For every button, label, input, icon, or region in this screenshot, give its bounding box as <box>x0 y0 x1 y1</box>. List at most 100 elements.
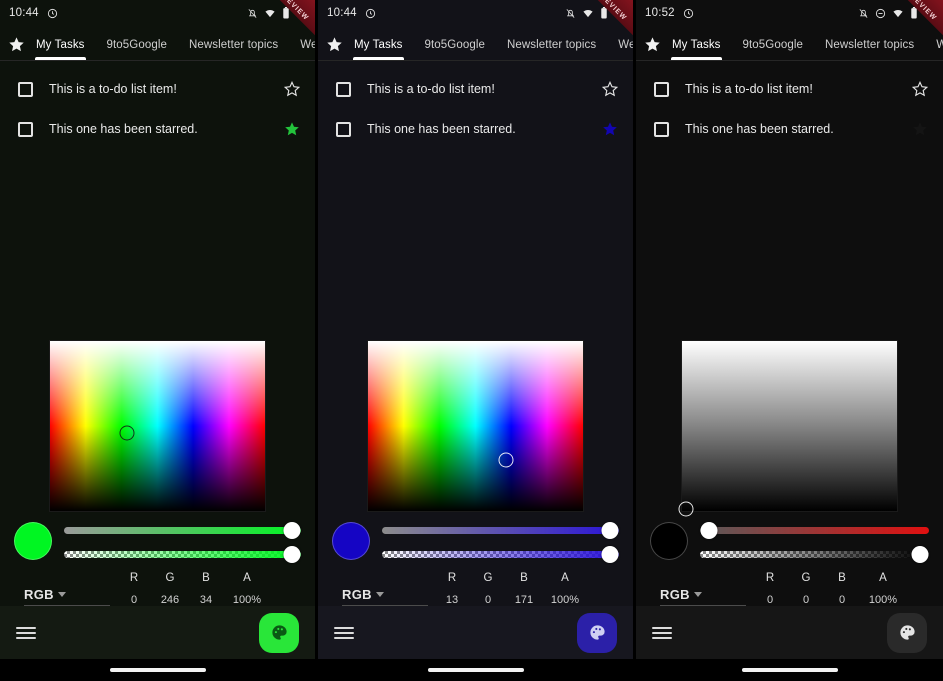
task-row[interactable]: This is a to-do list item! <box>636 69 943 109</box>
task-row[interactable]: This one has been starred. <box>0 109 315 149</box>
saturation-value-field[interactable] <box>367 340 584 512</box>
task-checkbox[interactable] <box>18 121 33 137</box>
task-checkbox[interactable] <box>336 81 351 97</box>
task-checkbox[interactable] <box>654 81 669 97</box>
alarm-icon <box>683 8 694 19</box>
alpha-slider-thumb[interactable] <box>911 546 929 563</box>
palette-fab-button[interactable] <box>259 612 299 653</box>
task-row[interactable]: This one has been starred. <box>318 109 633 149</box>
task-checkbox[interactable] <box>336 121 351 137</box>
saturation-value-field[interactable] <box>678 340 898 517</box>
channel-r-value[interactable]: 0 <box>116 594 152 606</box>
star-filled-icon[interactable] <box>326 36 343 60</box>
alpha-slider-fill <box>382 551 619 558</box>
tab-bar[interactable]: My Tasks 9to5Google Newsletter topics We <box>318 26 633 60</box>
color-cursor[interactable] <box>119 425 135 441</box>
tab-my-tasks[interactable]: My Tasks <box>25 39 96 60</box>
task-row[interactable]: This is a to-do list item! <box>0 69 315 109</box>
color-swatch <box>14 522 52 560</box>
channel-r-value[interactable]: 0 <box>752 594 788 606</box>
hue-slider-thumb[interactable] <box>601 522 619 539</box>
tab-9to5google[interactable]: 9to5Google <box>414 39 496 60</box>
tab-newsletter-topics[interactable]: Newsletter topics <box>814 39 925 60</box>
task-row[interactable]: This one has been starred. <box>636 109 943 149</box>
color-mode-dropdown[interactable]: RGB <box>660 587 746 606</box>
channel-r: R 0 <box>116 572 152 606</box>
phone-screen-blue: PREVIEW 10:44 My Tasks 9to5Google Newsle… <box>315 0 633 681</box>
star-filled-icon[interactable] <box>8 36 25 60</box>
alpha-slider-thumb[interactable] <box>601 546 619 563</box>
bottom-app-bar <box>318 606 633 659</box>
channel-r-value[interactable]: 13 <box>434 594 470 606</box>
tab-we[interactable]: We <box>925 39 943 60</box>
channel-a-value[interactable]: 100% <box>542 594 588 606</box>
tab-9to5google[interactable]: 9to5Google <box>96 39 178 60</box>
wifi-icon <box>582 8 594 19</box>
star-outline-icon[interactable] <box>910 81 930 97</box>
hue-slider-thumb[interactable] <box>700 522 718 539</box>
home-pill[interactable] <box>427 668 524 672</box>
palette-icon <box>899 625 915 640</box>
palette-fab-button[interactable] <box>887 612 927 653</box>
star-filled-icon[interactable] <box>910 121 930 137</box>
channel-g-value[interactable]: 0 <box>788 594 824 606</box>
tab-bar[interactable]: My Tasks 9to5Google Newsletter topics We <box>0 26 315 60</box>
color-picker[interactable]: RGB R 13 G 0 B 171 A 100% <box>318 340 633 606</box>
task-row[interactable]: This is a to-do list item! <box>318 69 633 109</box>
notifications-off-icon <box>247 8 258 19</box>
notifications-off-icon <box>858 8 869 19</box>
hue-gradient <box>50 341 265 511</box>
color-mode-dropdown[interactable]: RGB <box>342 587 428 606</box>
alpha-slider[interactable] <box>64 546 301 563</box>
home-pill[interactable] <box>741 668 838 672</box>
channel-b-value[interactable]: 171 <box>506 594 542 606</box>
color-picker[interactable]: RGB R 0 G 0 B 0 A 100% <box>636 340 943 606</box>
hue-slider[interactable] <box>382 522 619 539</box>
home-pill[interactable] <box>109 668 206 672</box>
channel-a-label: A <box>243 572 251 584</box>
hamburger-menu-icon[interactable] <box>16 626 36 639</box>
tab-we[interactable]: We <box>607 39 633 60</box>
tab-my-tasks[interactable]: My Tasks <box>343 39 414 60</box>
color-swatch <box>650 522 688 560</box>
channel-g-label: G <box>165 572 175 584</box>
chevron-down-icon[interactable] <box>57 592 66 597</box>
chevron-down-icon[interactable] <box>693 592 702 597</box>
star-filled-icon[interactable] <box>600 121 620 137</box>
palette-fab-button[interactable] <box>577 612 617 653</box>
tab-bar[interactable]: My Tasks 9to5Google Newsletter topics We <box>636 26 943 60</box>
star-filled-icon[interactable] <box>282 121 302 137</box>
channel-g-value[interactable]: 246 <box>152 594 188 606</box>
hamburger-menu-icon[interactable] <box>334 626 354 639</box>
hue-slider[interactable] <box>64 522 301 539</box>
color-mode-label: RGB <box>24 587 54 602</box>
tab-newsletter-topics[interactable]: Newsletter topics <box>496 39 607 60</box>
channel-b-value[interactable]: 0 <box>824 594 860 606</box>
channel-a-value[interactable]: 100% <box>860 594 906 606</box>
chevron-down-icon[interactable] <box>375 592 384 597</box>
tab-newsletter-topics[interactable]: Newsletter topics <box>178 39 289 60</box>
color-mode-dropdown[interactable]: RGB <box>24 587 110 606</box>
tab-my-tasks[interactable]: My Tasks <box>661 39 732 60</box>
star-outline-icon[interactable] <box>282 81 302 97</box>
channel-b-value[interactable]: 34 <box>188 594 224 606</box>
tab-9to5google[interactable]: 9to5Google <box>732 39 814 60</box>
hue-slider[interactable] <box>700 522 929 539</box>
saturation-value-field[interactable] <box>49 340 266 512</box>
task-checkbox[interactable] <box>654 121 669 137</box>
hue-slider-thumb[interactable] <box>283 522 301 539</box>
alpha-slider-thumb[interactable] <box>283 546 301 563</box>
hamburger-menu-icon[interactable] <box>652 626 672 639</box>
color-picker[interactable]: RGB R 0 G 246 B 34 A 100% <box>0 340 315 606</box>
status-time: 10:44 <box>327 7 357 19</box>
star-outline-icon[interactable] <box>600 81 620 97</box>
tab-we[interactable]: We <box>289 39 315 60</box>
alpha-slider[interactable] <box>382 546 619 563</box>
channel-a-value[interactable]: 100% <box>224 594 270 606</box>
star-filled-icon[interactable] <box>644 36 661 60</box>
channel-g-value[interactable]: 0 <box>470 594 506 606</box>
color-cursor[interactable] <box>678 501 694 517</box>
alpha-slider[interactable] <box>700 546 929 563</box>
color-cursor[interactable] <box>498 452 514 468</box>
task-checkbox[interactable] <box>18 81 33 97</box>
